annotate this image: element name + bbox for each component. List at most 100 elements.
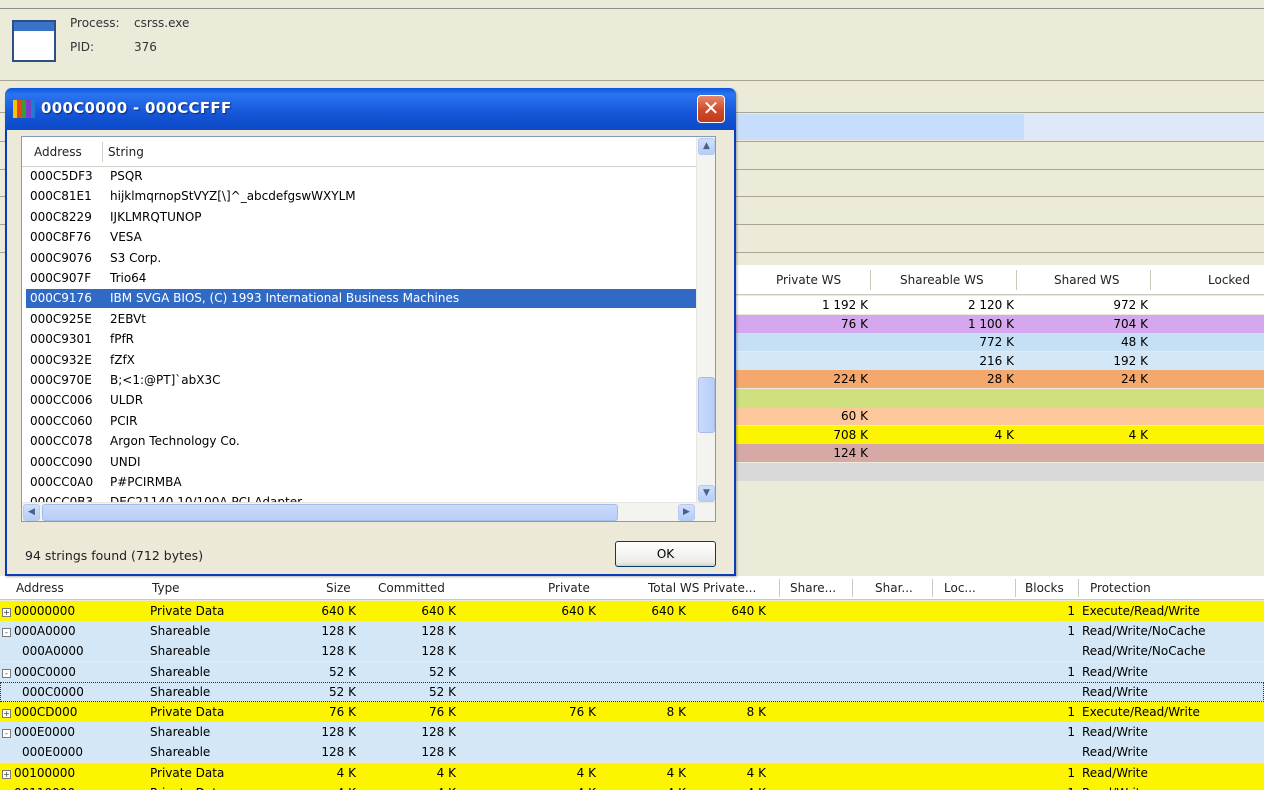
summary-row[interactable]: 1 192 K 2 120 K 972 K: [734, 296, 1264, 314]
collapse-icon[interactable]: -: [2, 729, 11, 739]
summary-row[interactable]: 224 K 28 K 24 K: [734, 370, 1264, 388]
summary-cell-shared-ws: 24 K: [1121, 372, 1148, 386]
column-separator[interactable]: [852, 579, 853, 597]
table-row[interactable]: -000C0000 Shareable 52 K 52 K 1 Read/Write: [0, 661, 1264, 682]
cell-private-ws: 8 K: [746, 705, 766, 719]
column-separator[interactable]: [1016, 270, 1017, 290]
table-row[interactable]: +00100000 Private Data 4 K 4 K 4 K 4 K 4 K 1 Rea…: [0, 762, 1264, 783]
ok-button[interactable]: OK: [615, 541, 716, 567]
summary-row[interactable]: 216 K 192 K: [734, 351, 1264, 370]
col-private-ws[interactable]: Private WS: [776, 273, 841, 287]
table-row[interactable]: -000E0000 Shareable 128 K 128 K 1 Read/Write: [0, 722, 1264, 743]
string-address: 000C970E: [30, 373, 92, 387]
cell-committed: 640 K: [421, 604, 456, 618]
column-separator[interactable]: [1015, 579, 1016, 597]
list-item[interactable]: 000C925E 2EBVt: [26, 310, 696, 329]
col-shared-ws[interactable]: Shared WS: [1054, 273, 1120, 287]
list-item[interactable]: 000C907F Trio64: [26, 269, 696, 288]
cell-blocks: 1: [1067, 765, 1075, 780]
col-total-ws[interactable]: Total WS: [648, 581, 699, 595]
list-item[interactable]: 000CC078 Argon Technology Co.: [26, 432, 696, 451]
list-item[interactable]: 000C932E fZfX: [26, 351, 696, 370]
collapse-icon[interactable]: -: [2, 668, 11, 678]
summary-table-header: Private WS Shareable WS Shared WS Locked: [734, 265, 1264, 295]
string-address: 000C5DF3: [30, 169, 93, 183]
list-item[interactable]: 000CC090 UNDI: [26, 453, 696, 472]
cell-address: +00000000: [2, 604, 76, 618]
cell-protection: Read/Write: [1082, 684, 1148, 699]
col-size[interactable]: Size: [326, 581, 351, 595]
table-row[interactable]: 000C0000 Shareable 52 K 52 K Read/Write: [0, 681, 1264, 702]
cell-total-ws: 8 K: [666, 705, 686, 719]
expand-icon[interactable]: +: [2, 769, 11, 779]
list-item[interactable]: 000C970E B;<1:@PT]`abX3C: [26, 371, 696, 390]
table-row[interactable]: +00110000 Private Data 4 K 4 K 4 K 4 K 4 K 1 Rea…: [0, 782, 1264, 790]
vertical-scrollbar[interactable]: ▲ ▼: [696, 137, 715, 503]
col-locked-ws[interactable]: Loc...: [944, 581, 976, 595]
col-blocks[interactable]: Blocks: [1025, 581, 1064, 595]
list-item[interactable]: 000C9176 IBM SVGA BIOS, (C) 1993 Internat…: [26, 289, 696, 309]
chevron-down-icon: ▼: [703, 488, 710, 498]
string-address: 000CC006: [30, 393, 93, 408]
col-address[interactable]: Address: [16, 581, 64, 595]
table-row[interactable]: -000A0000 Shareable 128 K 128 K 1 Read/Write/…: [0, 621, 1264, 642]
col-committed[interactable]: Committed: [378, 581, 445, 595]
strings-list[interactable]: Address String 000C5DF3 PSQR 000C81E1 hijkl…: [21, 136, 716, 522]
summary-row[interactable]: 772 K 48 K: [734, 333, 1264, 351]
summary-row[interactable]: 124 K: [734, 444, 1264, 462]
summary-cell-shareable-ws: 772 K: [979, 335, 1014, 349]
col-type[interactable]: Type: [152, 581, 180, 595]
table-row[interactable]: 000E0000 Shareable 128 K 128 K Read/Write: [0, 742, 1264, 763]
column-separator[interactable]: [870, 270, 871, 290]
string-value: 2EBVt: [110, 311, 146, 326]
column-separator[interactable]: [932, 579, 933, 597]
list-item[interactable]: 000C8229 IJKLMRQTUNOP: [26, 208, 696, 227]
scroll-right-button[interactable]: ▶: [678, 504, 695, 521]
col-shareable-ws[interactable]: Shareable WS: [900, 273, 984, 287]
list-item[interactable]: 000CC0A0 P#PCIRMBA: [26, 473, 696, 492]
table-row[interactable]: 000A0000 Shareable 128 K 128 K Read/Write/No…: [0, 641, 1264, 662]
summary-cell-shared-ws: 192 K: [1113, 353, 1148, 368]
col-protection[interactable]: Protection: [1090, 581, 1151, 595]
list-item[interactable]: 000C5DF3 PSQR: [26, 167, 696, 186]
summary-row[interactable]: 60 K: [734, 407, 1264, 425]
expand-icon[interactable]: +: [2, 709, 11, 718]
list-item[interactable]: 000CC060 PCIR: [26, 412, 696, 431]
table-row[interactable]: +00000000 Private Data 640 K 640 K 640 K 640 …: [0, 601, 1264, 621]
col-string-value[interactable]: String: [108, 145, 144, 159]
horizontal-scrollbar[interactable]: ◀ ▶: [22, 502, 715, 521]
scroll-down-button[interactable]: ▼: [698, 485, 715, 502]
string-address: 000C9076: [30, 250, 92, 265]
summary-row[interactable]: 708 K 4 K 4 K: [734, 425, 1264, 444]
col-shareable-ws[interactable]: Share...: [790, 581, 836, 595]
list-item[interactable]: 000C8F76 VESA: [26, 228, 696, 247]
vertical-scroll-thumb[interactable]: [698, 377, 715, 433]
summary-row[interactable]: [734, 462, 1264, 481]
column-separator[interactable]: [1150, 270, 1151, 290]
list-item[interactable]: 000C9301 fPfR: [26, 330, 696, 349]
list-item[interactable]: 000CC006 ULDR: [26, 391, 696, 410]
horizontal-scroll-thumb[interactable]: [42, 504, 618, 521]
scroll-up-button[interactable]: ▲: [698, 138, 715, 155]
col-shared-ws[interactable]: Shar...: [875, 581, 913, 595]
column-separator[interactable]: [102, 142, 103, 162]
cell-private-ws: 4 K: [710, 786, 766, 790]
col-locked[interactable]: Locked: [1208, 273, 1250, 287]
string-value: ULDR: [110, 393, 144, 408]
summary-row[interactable]: 76 K 1 100 K 704 K: [734, 314, 1264, 333]
scroll-left-button[interactable]: ◀: [23, 504, 40, 521]
column-separator[interactable]: [1078, 579, 1079, 597]
column-separator[interactable]: [779, 579, 780, 597]
table-row[interactable]: +000CD000 Private Data 76 K 76 K 76 K 8 K 8 K 1…: [0, 702, 1264, 722]
list-item[interactable]: 000C9076 S3 Corp.: [26, 249, 696, 268]
col-private-ws[interactable]: Private...: [703, 581, 756, 595]
summary-row[interactable]: [734, 388, 1264, 407]
col-private[interactable]: Private: [548, 581, 590, 595]
list-item[interactable]: 000C81E1 hijklmqrnopStVYZ[\]^_abcdefgswWX…: [26, 187, 696, 206]
dialog-titlebar[interactable]: 000C0000 - 000CCFFF ✕: [5, 88, 736, 130]
collapse-icon[interactable]: -: [2, 628, 11, 638]
col-string-address[interactable]: Address: [34, 145, 82, 159]
expand-icon[interactable]: +: [2, 608, 11, 617]
close-button[interactable]: ✕: [697, 95, 725, 123]
summary-cell-private-ws: 76 K: [841, 316, 868, 331]
